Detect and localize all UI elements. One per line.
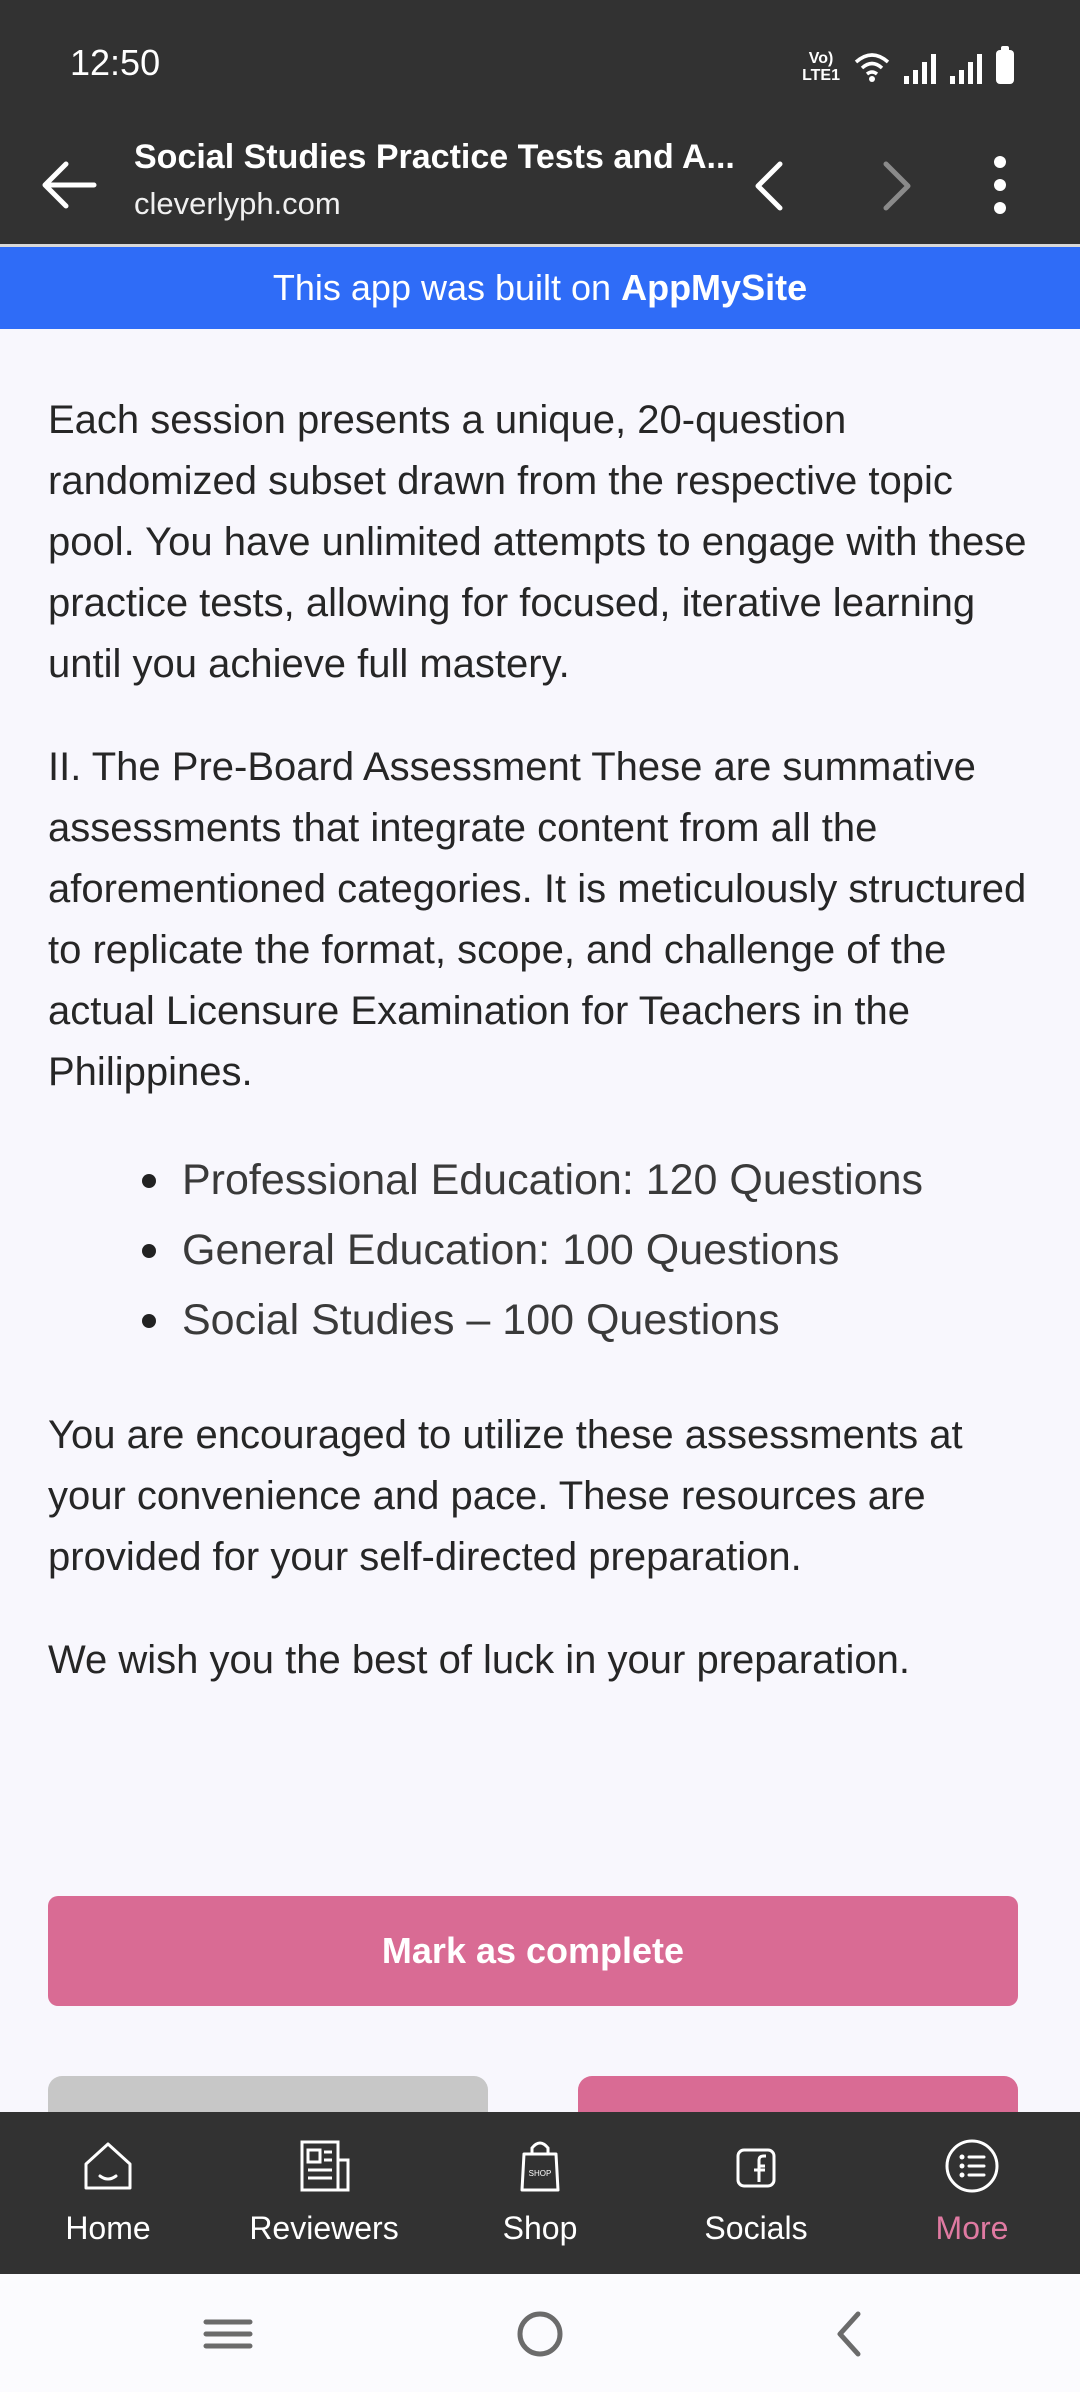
status-icons: Vo) LTE1 — [802, 44, 1014, 84]
chevron-left-icon[interactable] — [742, 156, 798, 216]
previous-lesson-button[interactable] — [48, 2076, 488, 2116]
page-domain: cleverlyph.com — [134, 186, 341, 221]
signal-2-icon — [950, 52, 982, 84]
more-vert-icon[interactable] — [980, 150, 1020, 220]
signal-1-icon — [904, 52, 936, 84]
page-title: Social Studies Practice Tests and A... — [134, 138, 735, 176]
assessment-list: Professional Education: 120 Questions Ge… — [48, 1145, 1038, 1355]
nav-label: Socials — [704, 2210, 808, 2246]
paragraph: We wish you the best of luck in your pre… — [48, 1638, 910, 1682]
browser-toolbar: Social Studies Practice Tests and A... c… — [0, 128, 1080, 247]
nav-label: Home — [65, 2210, 151, 2246]
list-item: General Education: 100 Questions — [142, 1215, 1038, 1285]
nav-item-reviewers[interactable]: Reviewers — [216, 2112, 432, 2274]
nav-label: Reviewers — [249, 2210, 399, 2246]
recent-apps-icon[interactable] — [198, 2304, 258, 2364]
shopping-bag-icon: SHOP — [520, 2141, 560, 2192]
list-item: Social Studies – 100 Questions — [142, 1285, 1038, 1355]
nav-item-home[interactable]: Home — [0, 2112, 216, 2274]
wifi-icon — [854, 53, 890, 82]
chevron-right-icon[interactable] — [868, 156, 924, 216]
list-icon — [945, 2139, 999, 2193]
back-arrow-icon[interactable] — [38, 154, 100, 216]
nav-item-more[interactable]: More — [864, 2112, 1080, 2274]
nav-label: More — [935, 2210, 1009, 2246]
battery-icon — [996, 46, 1014, 84]
next-lesson-button[interactable] — [578, 2076, 1018, 2116]
svg-text:SHOP: SHOP — [529, 2169, 552, 2178]
banner-brand: AppMySite — [621, 267, 808, 308]
mark-complete-button[interactable]: Mark as complete — [48, 1896, 1018, 2006]
home-button-icon[interactable] — [510, 2304, 570, 2364]
nav-item-socials[interactable]: Socials — [648, 2112, 864, 2274]
appmysite-banner[interactable]: This app was built on AppMySite — [0, 247, 1080, 329]
back-icon[interactable] — [822, 2304, 882, 2364]
banner-text: This app was built on — [272, 267, 612, 308]
status-bar: 12:50 Vo) LTE1 — [0, 0, 1080, 128]
nav-item-shop[interactable]: SHOP Shop — [432, 2112, 648, 2274]
status-time: 12:50 — [70, 42, 161, 83]
list-item: Professional Education: 120 Questions — [142, 1145, 1038, 1215]
nav-label: Shop — [502, 2210, 578, 2246]
paragraph: Each session presents a unique, 20-quest… — [48, 398, 1027, 686]
home-icon — [84, 2142, 132, 2190]
paragraph: II. The Pre-Board Assessment These are s… — [48, 745, 1027, 1094]
lesson-content: Each session presents a unique, 20-quest… — [48, 390, 1038, 1733]
bottom-navigation: Home Reviewers SHOP Shop Socials More — [0, 2112, 1080, 2274]
facebook-icon — [736, 2148, 776, 2188]
paragraph: You are encouraged to utilize these asse… — [48, 1413, 963, 1579]
system-navigation-bar — [0, 2274, 1080, 2392]
newspaper-icon — [300, 2140, 350, 2192]
volte-icon: Vo) LTE1 — [802, 50, 840, 84]
